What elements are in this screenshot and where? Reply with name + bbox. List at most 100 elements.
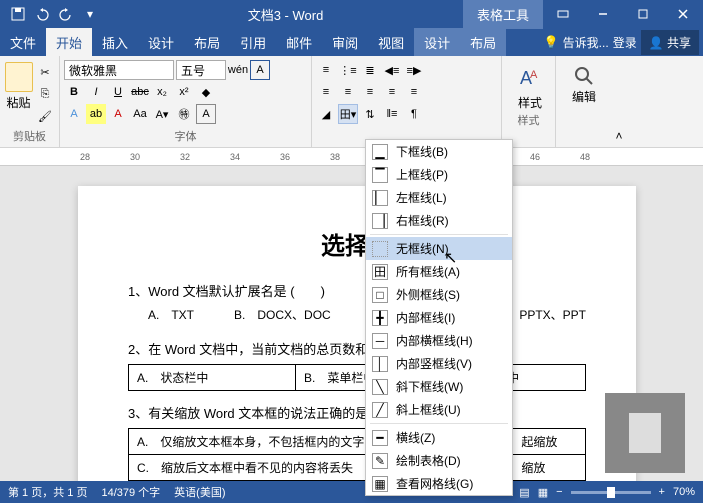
login-button[interactable]: 登录 (613, 34, 637, 51)
cut-icon[interactable]: ✂ (35, 62, 55, 82)
justify-icon[interactable]: ≡ (382, 82, 402, 102)
styles-icon: AA (516, 64, 544, 92)
enclose-char-icon[interactable]: ㊕ (174, 104, 194, 124)
redo-icon[interactable] (56, 4, 76, 24)
multilevel-icon[interactable]: ≣ (360, 60, 380, 80)
menu-right-border[interactable]: ▕右框线(R) (366, 209, 512, 232)
tab-design[interactable]: 设计 (138, 28, 184, 56)
menu-inside-v-border[interactable]: │内部竖框线(V) (366, 352, 512, 375)
align-center-icon[interactable]: ≡ (338, 82, 358, 102)
format-painter-icon[interactable]: 🖌 (35, 106, 55, 126)
paste-button[interactable]: 粘贴 (4, 58, 33, 111)
clipboard-icon (5, 62, 33, 92)
zoom-in-icon[interactable]: + (659, 486, 665, 498)
menu-horizontal-line[interactable]: ━横线(Z) (366, 426, 512, 449)
menu-inside-borders[interactable]: ╋内部框线(I) (366, 306, 512, 329)
doc-title: 选择题 (128, 226, 586, 261)
undo-icon[interactable] (32, 4, 52, 24)
window-title: 文档3 - Word (108, 5, 463, 24)
font-family-select[interactable]: 微软雅黑 (64, 60, 174, 80)
distributed-icon[interactable]: ≡ (404, 82, 424, 102)
line-spacing-icon[interactable]: ‖≡ (382, 104, 402, 124)
superscript-button[interactable]: x² (174, 82, 194, 102)
menu-inside-h-border[interactable]: ─内部横框线(H) (366, 329, 512, 352)
highlight-icon[interactable]: ab (86, 104, 106, 124)
increase-indent-icon[interactable]: ≡▶ (404, 60, 424, 80)
zoom-slider[interactable] (571, 491, 651, 494)
tab-table-layout[interactable]: 布局 (460, 28, 506, 56)
qat-more-icon[interactable]: ▾ (80, 4, 100, 24)
view-print-icon[interactable]: ▤ (519, 486, 529, 499)
menu-diag-up-border[interactable]: ╱斜上框线(U) (366, 398, 512, 421)
tab-layout[interactable]: 布局 (184, 28, 230, 56)
font-label: 字体 (64, 127, 307, 145)
tell-me[interactable]: 告诉我... (563, 34, 609, 51)
bold-button[interactable]: B (64, 82, 84, 102)
shading-icon[interactable]: ◢ (316, 104, 336, 124)
numbering-icon[interactable]: ⋮≡ (338, 60, 358, 80)
zoom-out-icon[interactable]: − (556, 486, 562, 498)
question-2: 2、在 Word 文档中，当前文档的总页数和当前页的页号显 (128, 339, 586, 358)
table-q3[interactable]: A. 仅缩放文本框本身，不包括框内的文字或图形起缩放 C. 缩放后文本框中看不见… (128, 428, 586, 481)
copy-icon[interactable]: ⎘ (35, 84, 55, 104)
tab-home[interactable]: 开始 (46, 28, 92, 56)
tab-review[interactable]: 审阅 (322, 28, 368, 56)
styles-button[interactable]: AA 样式 (506, 58, 554, 111)
clipboard-label: 剪贴板 (4, 127, 55, 145)
horizontal-ruler[interactable]: 283032 343638 404244 4648 (0, 148, 703, 166)
menu-top-border[interactable]: ▔上框线(P) (366, 163, 512, 186)
question-3: 3、有关缩放 Word 文本框的说法正确的是 ( ) (128, 403, 586, 422)
menu-left-border[interactable]: ▏左框线(L) (366, 186, 512, 209)
table-q2[interactable]: A. 状态栏中B. 菜单栏中标题栏中 (128, 364, 586, 391)
shrink-font-icon[interactable]: A▾ (152, 104, 172, 124)
borders-dropdown[interactable]: 田▾ (338, 104, 358, 124)
phonetic-icon[interactable]: wén (228, 60, 248, 80)
status-page[interactable]: 第 1 页，共 1 页 (8, 484, 87, 500)
menu-diag-down-border[interactable]: ╲斜下框线(W) (366, 375, 512, 398)
bullets-icon[interactable]: ≡ (316, 60, 336, 80)
menu-all-borders[interactable]: 田所有框线(A) (366, 260, 512, 283)
status-words[interactable]: 14/379 个字 (101, 484, 160, 500)
decrease-indent-icon[interactable]: ◀≡ (382, 60, 402, 80)
tab-view[interactable]: 视图 (368, 28, 414, 56)
tab-references[interactable]: 引用 (230, 28, 276, 56)
clear-format-icon[interactable]: ◆ (196, 82, 216, 102)
menu-bottom-border[interactable]: ▁下框线(B) (366, 140, 512, 163)
search-icon (572, 64, 596, 88)
tab-file[interactable]: 文件 (0, 28, 46, 56)
menu-view-gridlines[interactable]: ▦查看网格线(G) (366, 472, 512, 495)
menu-draw-table[interactable]: ✎绘制表格(D) (366, 449, 512, 472)
maximize-icon[interactable] (623, 0, 663, 28)
menu-no-border[interactable]: 无框线(N) (366, 237, 512, 260)
align-left-icon[interactable]: ≡ (316, 82, 336, 102)
view-web-icon[interactable]: ▦ (538, 486, 548, 499)
collapse-ribbon-icon[interactable]: ˄ (610, 56, 628, 147)
strikethrough-button[interactable]: abc (130, 82, 150, 102)
italic-button[interactable]: I (86, 82, 106, 102)
tab-table-design[interactable]: 设计 (414, 28, 460, 56)
subscript-button[interactable]: x₂ (152, 82, 172, 102)
sort-icon[interactable]: ⇅ (360, 104, 380, 124)
font-color-icon[interactable]: A (108, 104, 128, 124)
status-language[interactable]: 英语(美国) (174, 484, 225, 500)
show-marks-icon[interactable]: ¶ (404, 104, 424, 124)
align-right-icon[interactable]: ≡ (360, 82, 380, 102)
text-effects-icon[interactable]: A (64, 104, 84, 124)
share-button[interactable]: 👤 共享 (641, 30, 699, 55)
tab-insert[interactable]: 插入 (92, 28, 138, 56)
char-border-icon[interactable]: A (250, 60, 270, 80)
save-icon[interactable] (8, 4, 28, 24)
grow-font-icon[interactable]: Aa (130, 104, 150, 124)
ribbon-display-icon[interactable] (543, 0, 583, 28)
tab-mailings[interactable]: 邮件 (276, 28, 322, 56)
close-icon[interactable] (663, 0, 703, 28)
zoom-level[interactable]: 70% (673, 486, 695, 498)
char-shading-icon[interactable]: A (196, 104, 216, 124)
underline-button[interactable]: U (108, 82, 128, 102)
edit-button[interactable]: 编辑 (560, 58, 608, 105)
document-area[interactable]: 选择题 1、Word 文档默认扩展名是 ( ) A. TXT B. DOCX、D… (0, 166, 703, 481)
menu-outside-borders[interactable]: □外侧框线(S) (366, 283, 512, 306)
minimize-icon[interactable] (583, 0, 623, 28)
cursor-icon: ↖ (444, 248, 457, 268)
font-size-select[interactable]: 五号 (176, 60, 226, 80)
